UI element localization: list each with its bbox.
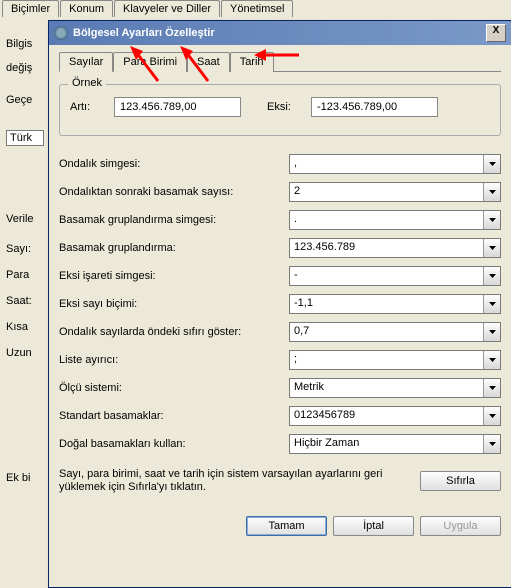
setting-label: Ölçü sistemi: <box>59 382 289 394</box>
outer-tab-klavyeler[interactable]: Klavyeler ve Diller <box>114 0 220 17</box>
outer-tab-yonetimsel[interactable]: Yönetimsel <box>221 0 293 17</box>
setting-label: Basamak gruplandırma: <box>59 242 289 254</box>
native-digits-combo[interactable]: Hiçbir Zaman <box>289 434 501 454</box>
combo-value: Metrik <box>290 379 483 397</box>
bg-labels: Bilgis değiş Geçe Türk Verile Sayı: Para… <box>6 20 44 371</box>
globe-icon <box>54 26 68 40</box>
chevron-down-icon[interactable] <box>483 183 500 201</box>
bg-text: Kısa <box>6 321 44 333</box>
list-separator-combo[interactable]: ; <box>289 350 501 370</box>
reset-note: Sayı, para birimi, saat ve tarih için si… <box>59 468 410 494</box>
decimal-digits-combo[interactable]: 2 <box>289 182 501 202</box>
outer-tabs: Biçimler Konum Klavyeler ve Diller Yönet… <box>0 0 511 17</box>
chevron-down-icon[interactable] <box>483 407 500 425</box>
chevron-down-icon[interactable] <box>483 323 500 341</box>
ok-button[interactable]: Tamam <box>246 516 327 536</box>
setting-label: Doğal basamakları kullan: <box>59 438 289 450</box>
bg-text: Uzun <box>6 347 44 359</box>
chevron-down-icon[interactable] <box>483 155 500 173</box>
standard-digits-combo[interactable]: 0123456789 <box>289 406 501 426</box>
reset-button[interactable]: Sıfırla <box>420 471 501 491</box>
bg-text: Saat: <box>6 295 44 307</box>
apply-button[interactable]: Uygula <box>420 516 501 536</box>
dialog-title: Bölgesel Ayarları Özelleştir <box>73 27 215 39</box>
decimal-symbol-combo[interactable]: , <box>289 154 501 174</box>
negative-sign-combo[interactable]: - <box>289 266 501 286</box>
bg-text: Bilgis <box>6 38 44 50</box>
outer-tab-konum[interactable]: Konum <box>60 0 113 17</box>
chevron-down-icon[interactable] <box>483 351 500 369</box>
negative-format-combo[interactable]: -1,1 <box>289 294 501 314</box>
combo-value: . <box>290 211 483 229</box>
setting-label: Eksi sayı biçimi: <box>59 298 289 310</box>
chevron-down-icon[interactable] <box>483 211 500 229</box>
bg-text: Verile <box>6 213 44 225</box>
grouping-symbol-combo[interactable]: . <box>289 210 501 230</box>
combo-value: Hiçbir Zaman <box>290 435 483 453</box>
chevron-down-icon[interactable] <box>483 379 500 397</box>
tab-sayilar[interactable]: Sayılar <box>59 52 113 72</box>
bg-text: Para <box>6 269 44 281</box>
bg-locale-select[interactable]: Türk <box>6 130 44 146</box>
dialog-buttons: Tamam İptal Uygula <box>49 508 511 544</box>
bg-text: Sayı: <box>6 243 44 255</box>
setting-label: Liste ayırıcı: <box>59 354 289 366</box>
leading-zero-combo[interactable]: 0,7 <box>289 322 501 342</box>
bg-text: Geçe <box>6 94 44 106</box>
bg-text: değiş <box>6 62 44 74</box>
combo-value: , <box>290 155 483 173</box>
close-button[interactable]: X <box>486 24 506 42</box>
titlebar: Bölgesel Ayarları Özelleştir X <box>49 21 511 45</box>
cancel-button[interactable]: İptal <box>333 516 414 536</box>
combo-value: -1,1 <box>290 295 483 313</box>
positive-label: Artı: <box>70 101 106 113</box>
setting-label: Ondalıktan sonraki basamak sayısı: <box>59 186 289 198</box>
combo-value: ; <box>290 351 483 369</box>
chevron-down-icon[interactable] <box>483 435 500 453</box>
bg-text: Ek bi <box>6 472 30 484</box>
example-legend: Örnek <box>68 77 106 89</box>
digit-grouping-combo[interactable]: 123.456.789 <box>289 238 501 258</box>
measurement-system-combo[interactable]: Metrik <box>289 378 501 398</box>
combo-value: 123.456.789 <box>290 239 483 257</box>
chevron-down-icon[interactable] <box>483 267 500 285</box>
chevron-down-icon[interactable] <box>483 295 500 313</box>
example-fieldset: Örnek Artı: 123.456.789,00 Eksi: -123.45… <box>59 84 501 136</box>
combo-value: 0,7 <box>290 323 483 341</box>
tab-saat[interactable]: Saat <box>187 52 230 72</box>
footer-note: Sayı, para birimi, saat ve tarih için si… <box>59 468 501 494</box>
positive-value: 123.456.789,00 <box>114 97 241 117</box>
setting-label: Ondalık sayılarda öndeki sıfırı göster: <box>59 326 289 338</box>
negative-value: -123.456.789,00 <box>311 97 438 117</box>
inner-tabs: Sayılar Para Birimi Saat Tarih <box>59 51 501 72</box>
combo-value: - <box>290 267 483 285</box>
setting-label: Standart basamaklar: <box>59 410 289 422</box>
combo-value: 2 <box>290 183 483 201</box>
combo-value: 0123456789 <box>290 407 483 425</box>
tab-para-birimi[interactable]: Para Birimi <box>113 52 187 72</box>
chevron-down-icon[interactable] <box>483 239 500 257</box>
customize-dialog: Bölgesel Ayarları Özelleştir X Sayılar P… <box>48 20 511 588</box>
setting-label: Basamak gruplandırma simgesi: <box>59 214 289 226</box>
settings-list: Ondalık simgesi: , Ondalıktan sonraki ba… <box>59 154 501 454</box>
setting-label: Eksi işareti simgesi: <box>59 270 289 282</box>
outer-tab-bicimler[interactable]: Biçimler <box>2 0 59 17</box>
tab-tarih[interactable]: Tarih <box>230 52 274 72</box>
negative-label: Eksi: <box>267 101 303 113</box>
setting-label: Ondalık simgesi: <box>59 158 289 170</box>
